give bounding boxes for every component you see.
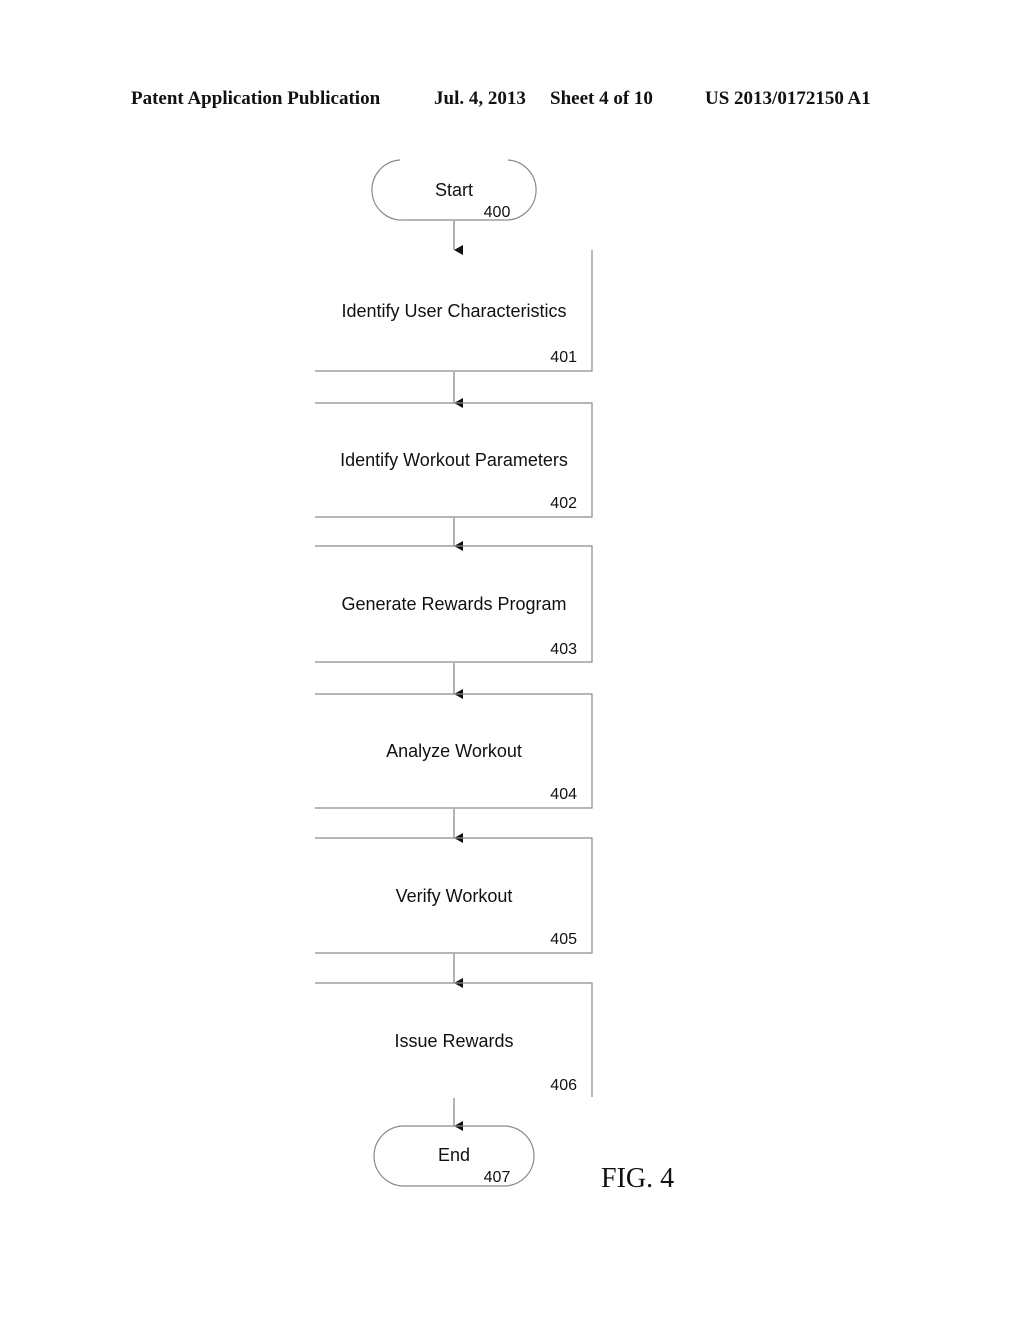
step-label: Generate Rewards Program bbox=[341, 594, 566, 614]
flowchart: Start 400 Identify User Characteristics … bbox=[315, 159, 593, 1187]
start-label: Start bbox=[435, 180, 473, 200]
step-label: Identify User Characteristics bbox=[341, 301, 566, 321]
figure-label: FIG. 4 bbox=[601, 1163, 675, 1194]
step-ref: 406 bbox=[550, 1077, 577, 1094]
step-label: Verify Workout bbox=[396, 886, 513, 906]
end-terminal: End 407 bbox=[373, 1125, 535, 1187]
start-terminal: Start 400 bbox=[371, 159, 537, 221]
step-box-404: Analyze Workout 404 bbox=[315, 693, 593, 809]
end-ref: 407 bbox=[484, 1169, 511, 1186]
step-box-402: Identify Workout Parameters 402 bbox=[315, 402, 593, 518]
step-ref: 403 bbox=[550, 641, 577, 658]
step-label: Analyze Workout bbox=[386, 741, 522, 761]
step-ref: 405 bbox=[550, 931, 577, 948]
step-box-401: Identify User Characteristics 401 bbox=[315, 250, 593, 372]
step-box-406: Issue Rewards 406 bbox=[315, 982, 593, 1097]
step-box-403: Generate Rewards Program 403 bbox=[315, 545, 593, 663]
step-ref: 404 bbox=[550, 786, 577, 803]
start-ref: 400 bbox=[484, 204, 511, 221]
step-label: Identify Workout Parameters bbox=[340, 450, 568, 470]
step-box-405: Verify Workout 405 bbox=[315, 837, 593, 954]
step-ref: 402 bbox=[550, 495, 577, 512]
end-label: End bbox=[438, 1145, 470, 1165]
step-label: Issue Rewards bbox=[394, 1031, 513, 1051]
step-ref: 401 bbox=[550, 349, 577, 366]
